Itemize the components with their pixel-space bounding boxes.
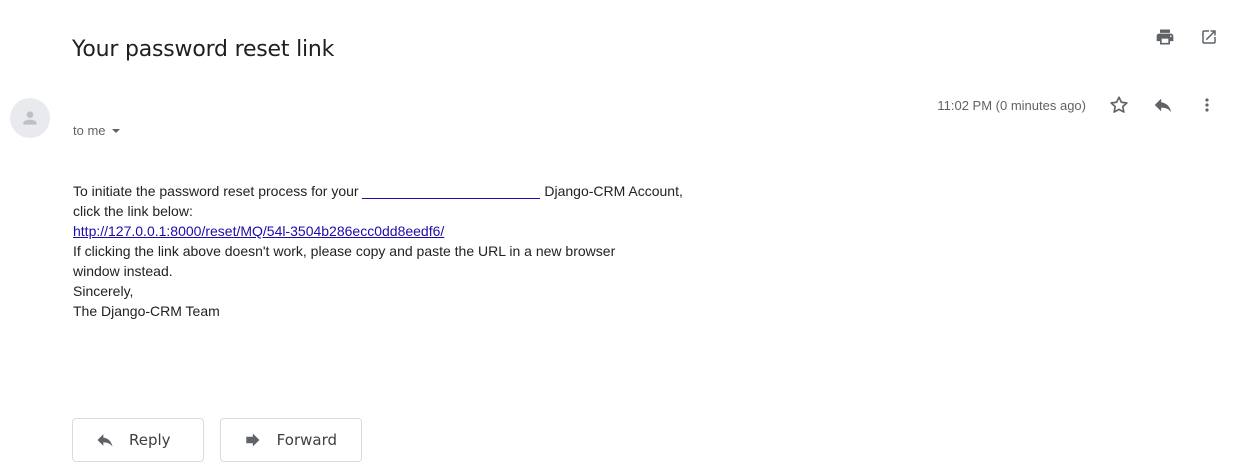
recipient-toggle[interactable]: to me: [73, 123, 121, 138]
person-icon: [23, 111, 37, 125]
body-line-1: To initiate the password reset process f…: [73, 181, 773, 201]
reply-button[interactable]: Reply: [72, 418, 204, 462]
email-body: To initiate the password reset process f…: [73, 181, 773, 321]
body-line-4: If clicking the link above doesn't work,…: [73, 243, 616, 259]
reply-label: Reply: [129, 431, 171, 449]
forward-label: Forward: [276, 431, 337, 449]
body-line-5: window instead.: [73, 263, 173, 279]
timestamp: 11:02 PM (0 minutes ago): [937, 97, 1086, 113]
reset-link[interactable]: http://127.0.0.1:8000/reset/MQ/54l-3504b…: [73, 223, 444, 239]
reply-forward-bar: Reply Forward: [72, 418, 362, 462]
more-vert-icon[interactable]: [1196, 94, 1218, 116]
reply-icon[interactable]: [1152, 94, 1174, 116]
email-subject: Your password reset link: [72, 36, 335, 62]
body-line-7: The Django-CRM Team: [73, 303, 220, 319]
print-icon[interactable]: [1154, 26, 1176, 48]
message-meta: 11:02 PM (0 minutes ago): [937, 94, 1218, 116]
body-line-2: click the link below:: [73, 203, 193, 219]
caret-down-icon: [111, 128, 120, 133]
body-line-6: Sincerely,: [73, 283, 134, 299]
redacted-email-link[interactable]: [362, 184, 541, 199]
forward-icon: [246, 433, 260, 447]
body-line-1-prefix: To initiate the password reset process f…: [73, 183, 359, 199]
forward-button[interactable]: Forward: [220, 418, 362, 462]
recipient-label: to me: [73, 123, 106, 138]
open-in-new-icon[interactable]: [1198, 26, 1220, 48]
reply-icon: [97, 434, 113, 447]
body-line-1-suffix: Django-CRM Account,: [544, 183, 683, 199]
top-actions: [1154, 26, 1220, 48]
avatar: [10, 98, 50, 138]
star-icon[interactable]: [1108, 94, 1130, 116]
